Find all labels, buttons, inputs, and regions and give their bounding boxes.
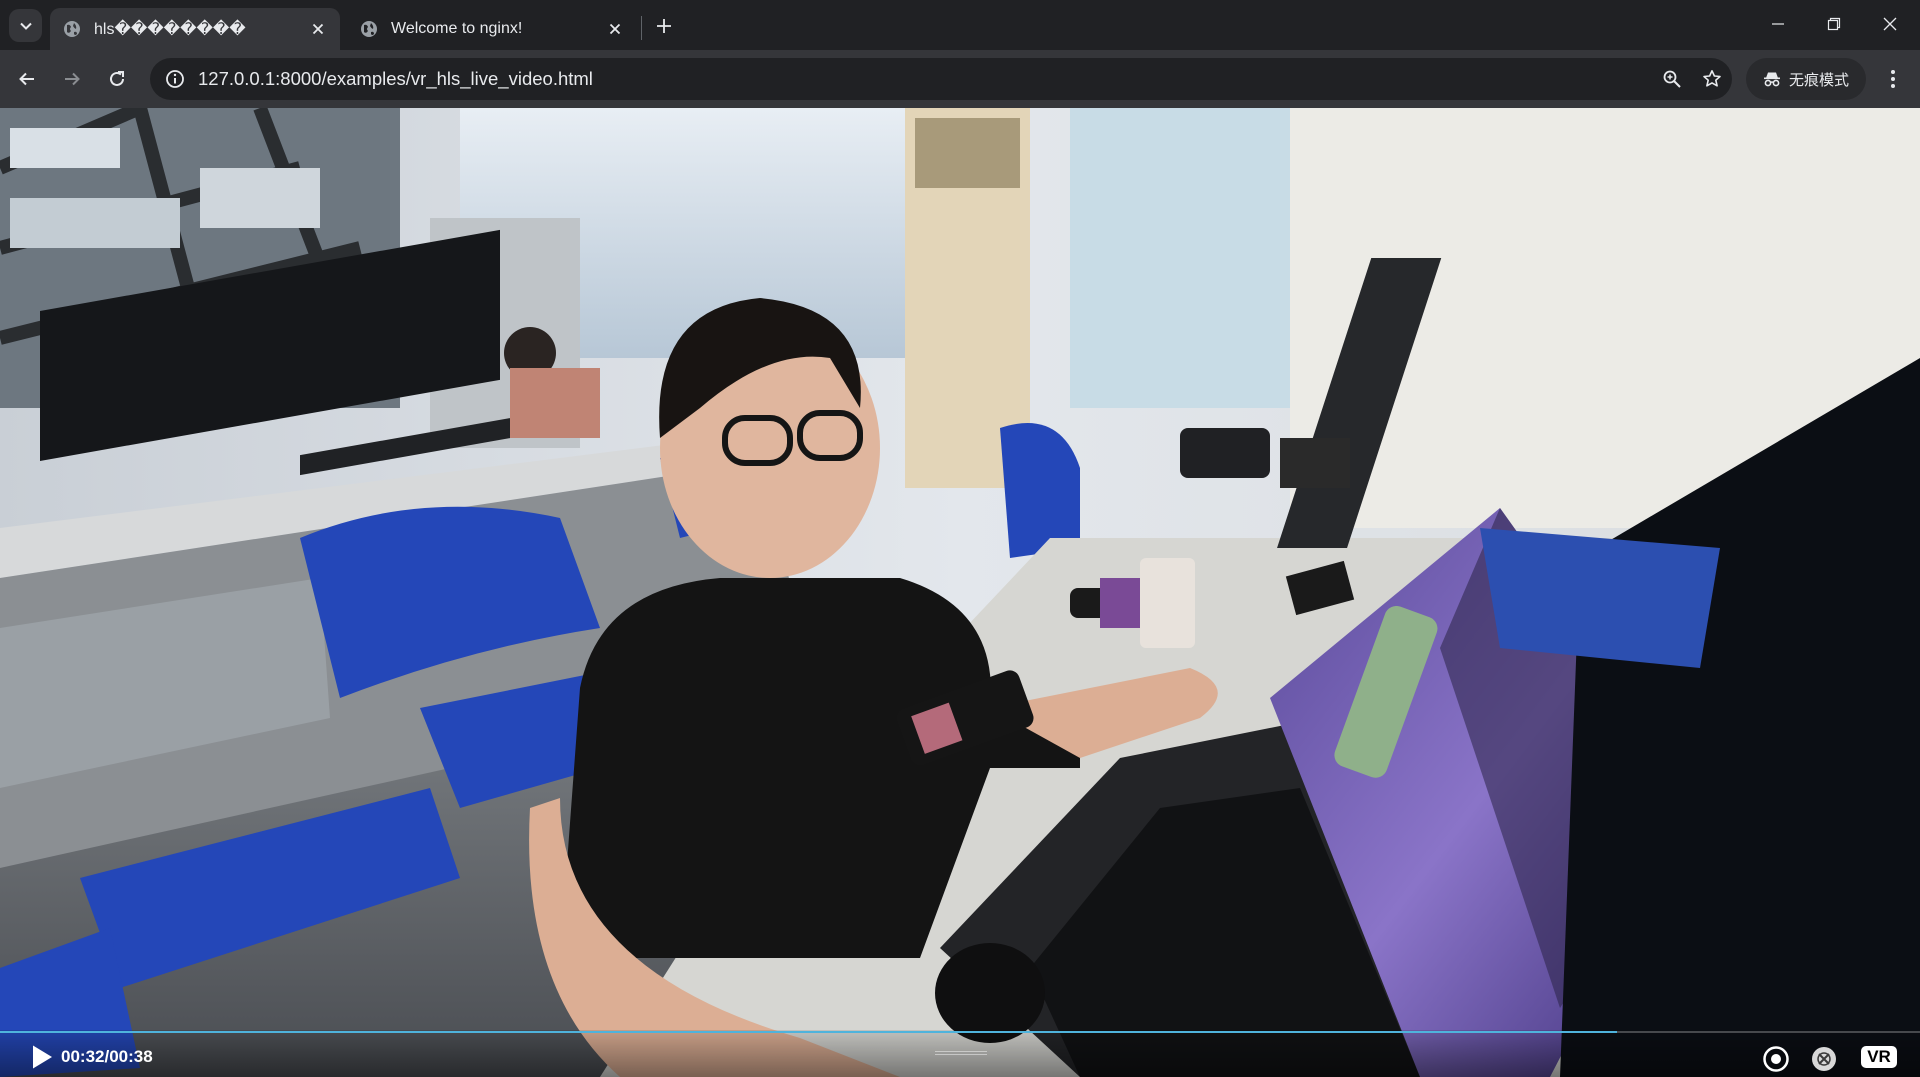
browser-toolbar: 127.0.0.1:8000/examples/vr_hls_live_vide… xyxy=(0,50,1920,108)
tab-hls[interactable]: hls�������� xyxy=(50,8,340,50)
minimize-button[interactable] xyxy=(1750,0,1806,48)
incognito-badge[interactable]: 无痕模式 xyxy=(1746,58,1866,100)
site-info-button[interactable] xyxy=(154,58,196,100)
progress-bar[interactable] xyxy=(0,1031,1920,1033)
tab-separator xyxy=(641,16,642,40)
close-icon xyxy=(1883,17,1897,31)
globe-icon xyxy=(64,21,80,37)
reload-button[interactable] xyxy=(100,62,134,96)
tab-search-button[interactable] xyxy=(9,9,42,42)
tab-strip: hls�������� Welcome to nginx! xyxy=(0,0,1920,50)
chevron-down-icon xyxy=(19,22,32,30)
drag-handle[interactable] xyxy=(935,1051,987,1055)
vr-mode-button[interactable]: VR xyxy=(1861,1046,1897,1068)
browser-menu-button[interactable] xyxy=(1876,62,1910,96)
arrow-left-icon xyxy=(19,72,34,86)
address-bar[interactable]: 127.0.0.1:8000/examples/vr_hls_live_vide… xyxy=(150,58,1732,100)
restore-button[interactable] xyxy=(1806,0,1862,48)
tab-title: hls�������� xyxy=(94,21,246,38)
time-display: 00:32/00:38 xyxy=(61,1047,153,1066)
vr-video-canvas[interactable] xyxy=(0,108,1920,1077)
arrow-right-icon xyxy=(65,72,80,86)
globe-icon xyxy=(361,21,377,37)
plus-icon xyxy=(657,19,671,33)
video-frame xyxy=(0,108,1920,1077)
url-text[interactable]: 127.0.0.1:8000/examples/vr_hls_live_vide… xyxy=(198,68,1652,90)
tab-title: Welcome to nginx! xyxy=(391,20,523,37)
restore-icon xyxy=(1827,17,1841,31)
zoom-in-icon xyxy=(1663,70,1681,88)
new-tab-button[interactable] xyxy=(650,12,678,40)
tab-nginx[interactable]: Welcome to nginx! xyxy=(347,8,637,50)
close-icon xyxy=(312,23,324,35)
fullscreen-icon xyxy=(1812,1047,1836,1071)
back-button[interactable] xyxy=(10,62,44,96)
tab-close-button[interactable] xyxy=(306,17,330,41)
info-icon xyxy=(166,70,184,88)
play-icon xyxy=(33,1045,52,1069)
more-vert-icon xyxy=(1891,70,1895,88)
close-icon xyxy=(609,23,621,35)
forward-button[interactable] xyxy=(55,62,89,96)
incognito-icon xyxy=(1763,72,1780,87)
gyroscope-icon xyxy=(1763,1046,1789,1072)
reload-icon xyxy=(110,71,124,86)
gyro-button[interactable] xyxy=(1760,1043,1792,1075)
incognito-label: 无痕模式 xyxy=(1788,71,1849,89)
tab-close-button[interactable] xyxy=(603,17,627,41)
zoom-button[interactable] xyxy=(1652,59,1692,99)
play-button[interactable] xyxy=(28,1043,56,1071)
bookmark-button[interactable] xyxy=(1692,59,1732,99)
fullscreen-button[interactable] xyxy=(1808,1043,1840,1075)
close-window-button[interactable] xyxy=(1862,0,1918,48)
star-icon xyxy=(1703,70,1721,87)
progress-fill xyxy=(0,1031,1617,1033)
minimize-icon xyxy=(1772,23,1784,25)
